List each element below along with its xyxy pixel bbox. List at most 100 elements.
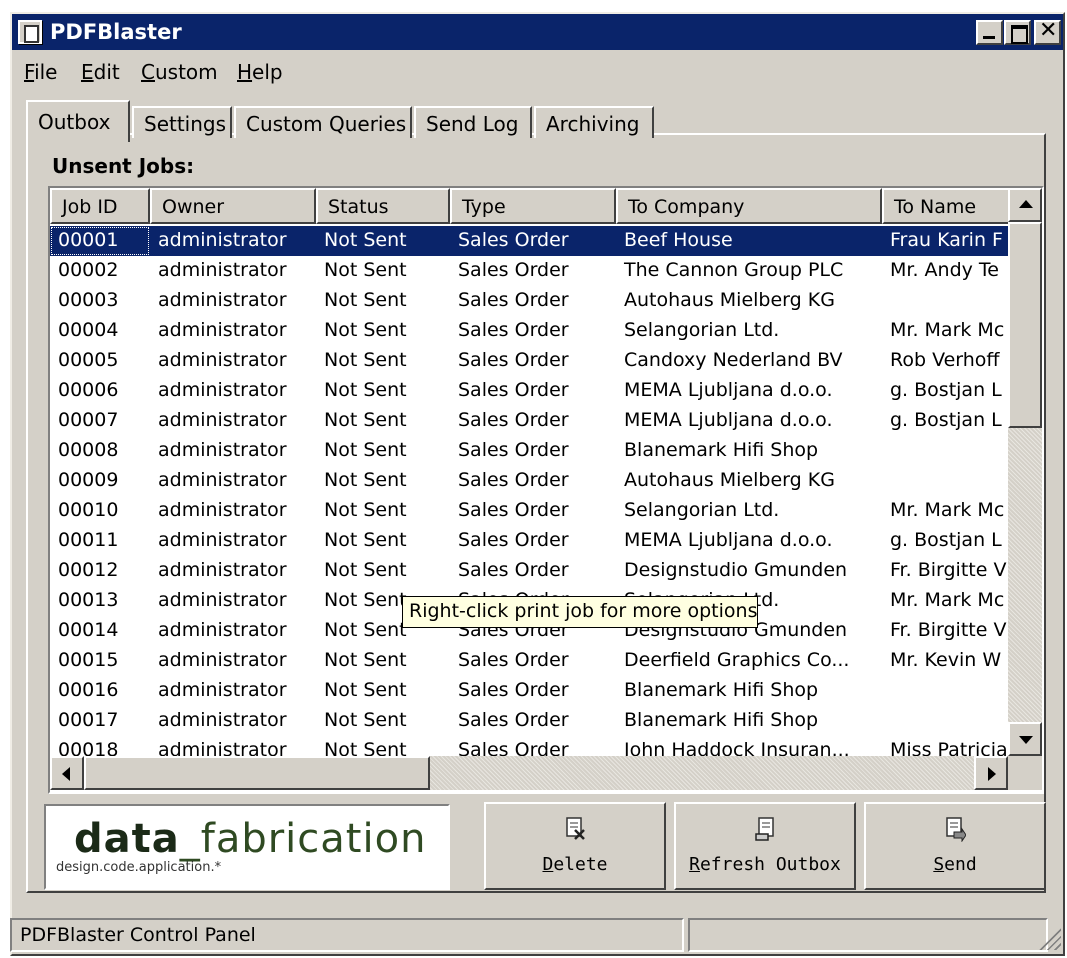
cell-type: Sales Order <box>458 469 569 491</box>
cell-to-name: Mr. Mark Mc <box>890 499 1005 521</box>
cell-job-id: 00011 <box>58 529 119 551</box>
send-button[interactable]: Send <box>864 802 1046 890</box>
table-row[interactable]: 00003 administrator Not Sent Sales Order Aut… <box>50 286 1008 316</box>
scroll-left-button[interactable] <box>50 756 84 790</box>
cell-owner: administrator <box>158 709 287 731</box>
cell-owner: administrator <box>158 559 287 581</box>
scroll-up-button[interactable] <box>1008 188 1042 222</box>
status-pane-secondary <box>688 918 1048 952</box>
tab-custom-queries[interactable]: Custom Queries <box>234 106 412 138</box>
table-row[interactable]: 00010 administrator Not Sent Sales Order Sel… <box>50 496 1008 526</box>
table-row[interactable]: 00002 administrator Not Sent Sales Order The… <box>50 256 1008 286</box>
tab-outbox[interactable]: Outbox <box>26 100 130 142</box>
table-row[interactable]: 00012 administrator Not Sent Sales Order Des… <box>50 556 1008 586</box>
table-row[interactable]: 00009 administrator Not Sent Sales Order Aut… <box>50 466 1008 496</box>
cell-status: Not Sent <box>324 229 407 251</box>
cell-job-id: 00010 <box>58 499 119 521</box>
cell-status: Not Sent <box>324 649 407 671</box>
cell-type: Sales Order <box>458 259 569 281</box>
cell-status: Not Sent <box>324 409 407 431</box>
column-header-to-name[interactable]: To Name <box>882 188 1008 224</box>
table-row[interactable]: 00011 administrator Not Sent Sales Order MEM… <box>50 526 1008 556</box>
tab-archiving[interactable]: Archiving <box>534 106 654 138</box>
status-text: PDFBlaster Control Panel <box>10 918 684 952</box>
refresh-document-icon <box>755 817 774 841</box>
cell-to-company: Selangorian Ltd. <box>624 319 780 341</box>
menu-custom[interactable]: Custom <box>141 60 218 84</box>
title-bar[interactable]: PDFBlaster ✕ <box>12 14 1063 50</box>
cell-status: Not Sent <box>324 439 407 461</box>
cell-to-company: The Cannon Group PLC <box>624 259 844 281</box>
cell-to-name <box>882 436 1008 466</box>
cell-type: Sales Order <box>458 559 569 581</box>
cell-job-id: 00003 <box>58 289 119 311</box>
delete-button[interactable]: Delete <box>484 802 666 890</box>
cell-owner: administrator <box>158 469 287 491</box>
cell-owner: administrator <box>158 589 287 611</box>
column-header-status[interactable]: Status <box>316 188 450 224</box>
vertical-scroll-thumb[interactable] <box>1008 222 1042 428</box>
column-header-owner[interactable]: Owner <box>150 188 316 224</box>
cell-job-id: 00016 <box>58 679 119 701</box>
cell-owner: administrator <box>158 739 287 756</box>
column-header-type[interactable]: Type <box>450 188 616 224</box>
table-row[interactable]: 00018 administrator Not Sent Sales Order Joh… <box>50 736 1008 756</box>
vertical-scrollbar[interactable] <box>1008 188 1042 756</box>
cell-job-id: 00005 <box>58 349 119 371</box>
table-row[interactable]: 00005 administrator Not Sent Sales Order Can… <box>50 346 1008 376</box>
refresh-outbox-button[interactable]: Refresh Outbox <box>674 802 856 890</box>
cell-to-company: MEMA Ljubljana d.o.o. <box>624 379 833 401</box>
cell-to-name: Miss Patricia <box>890 739 1008 756</box>
scrollbar-corner <box>1008 756 1042 790</box>
cell-owner: administrator <box>158 349 287 371</box>
cell-type: Sales Order <box>458 379 569 401</box>
cell-to-name: Rob Verhoff <box>890 349 1000 371</box>
cell-type: Sales Order <box>458 229 569 251</box>
arrow-down-icon <box>1019 736 1033 744</box>
menu-help[interactable]: Help <box>237 60 283 84</box>
cell-type: Sales Order <box>458 649 569 671</box>
table-row[interactable]: 00017 administrator Not Sent Sales Order Bla… <box>50 706 1008 736</box>
table-row[interactable]: 00006 administrator Not Sent Sales Order MEM… <box>50 376 1008 406</box>
cell-job-id: 00017 <box>58 709 119 731</box>
minimize-button[interactable] <box>976 20 1003 45</box>
horizontal-scroll-thumb[interactable] <box>84 756 430 790</box>
tab-settings[interactable]: Settings <box>132 106 232 138</box>
cell-status: Not Sent <box>324 319 407 341</box>
cell-to-name <box>882 676 1008 706</box>
column-header-to-company[interactable]: To Company <box>616 188 882 224</box>
cell-to-name: Mr. Mark Mc <box>890 319 1005 341</box>
unsent-jobs-table[interactable]: Job ID Owner Status Type To Company To N… <box>48 186 1044 794</box>
cell-type: Sales Order <box>458 409 569 431</box>
maximize-button[interactable] <box>1004 20 1031 45</box>
menu-edit[interactable]: Edit <box>81 60 120 84</box>
table-row[interactable]: 00007 administrator Not Sent Sales Order MEM… <box>50 406 1008 436</box>
cell-job-id: 00006 <box>58 379 119 401</box>
cell-job-id: 00007 <box>58 409 119 431</box>
table-row[interactable]: 00004 administrator Not Sent Sales Order Sel… <box>50 316 1008 346</box>
table-row[interactable]: 00016 administrator Not Sent Sales Order Bla… <box>50 676 1008 706</box>
table-row[interactable]: 00008 administrator Not Sent Sales Order Bla… <box>50 436 1008 466</box>
cell-to-name: Frau Karin F <box>890 229 1003 251</box>
scroll-down-button[interactable] <box>1008 722 1042 756</box>
cell-to-company: John Haddock Insuran... <box>624 739 850 756</box>
app-icon[interactable] <box>18 20 42 44</box>
menu-file[interactable]: File <box>24 60 57 84</box>
tab-strip: Outbox Settings Custom Queries Send Log … <box>26 100 666 142</box>
resize-grip-icon[interactable] <box>1037 926 1061 950</box>
cell-status: Not Sent <box>324 349 407 371</box>
tab-send-log[interactable]: Send Log <box>414 106 532 138</box>
cell-status: Not Sent <box>324 259 407 281</box>
close-button[interactable]: ✕ <box>1034 20 1061 45</box>
cell-to-company: Deerfield Graphics Co... <box>624 649 850 671</box>
cell-status: Not Sent <box>324 529 407 551</box>
cell-to-name <box>882 706 1008 736</box>
cell-owner: administrator <box>158 409 287 431</box>
cell-type: Sales Order <box>458 739 569 756</box>
table-row[interactable]: 00001 administrator Not Sent Sales Order Bee… <box>50 226 1008 256</box>
horizontal-scrollbar[interactable] <box>50 756 1008 790</box>
window-title: PDFBlaster <box>50 20 182 44</box>
table-row[interactable]: 00015 administrator Not Sent Sales Order Dee… <box>50 646 1008 676</box>
column-header-job-id[interactable]: Job ID <box>50 188 150 224</box>
scroll-right-button[interactable] <box>974 756 1008 790</box>
